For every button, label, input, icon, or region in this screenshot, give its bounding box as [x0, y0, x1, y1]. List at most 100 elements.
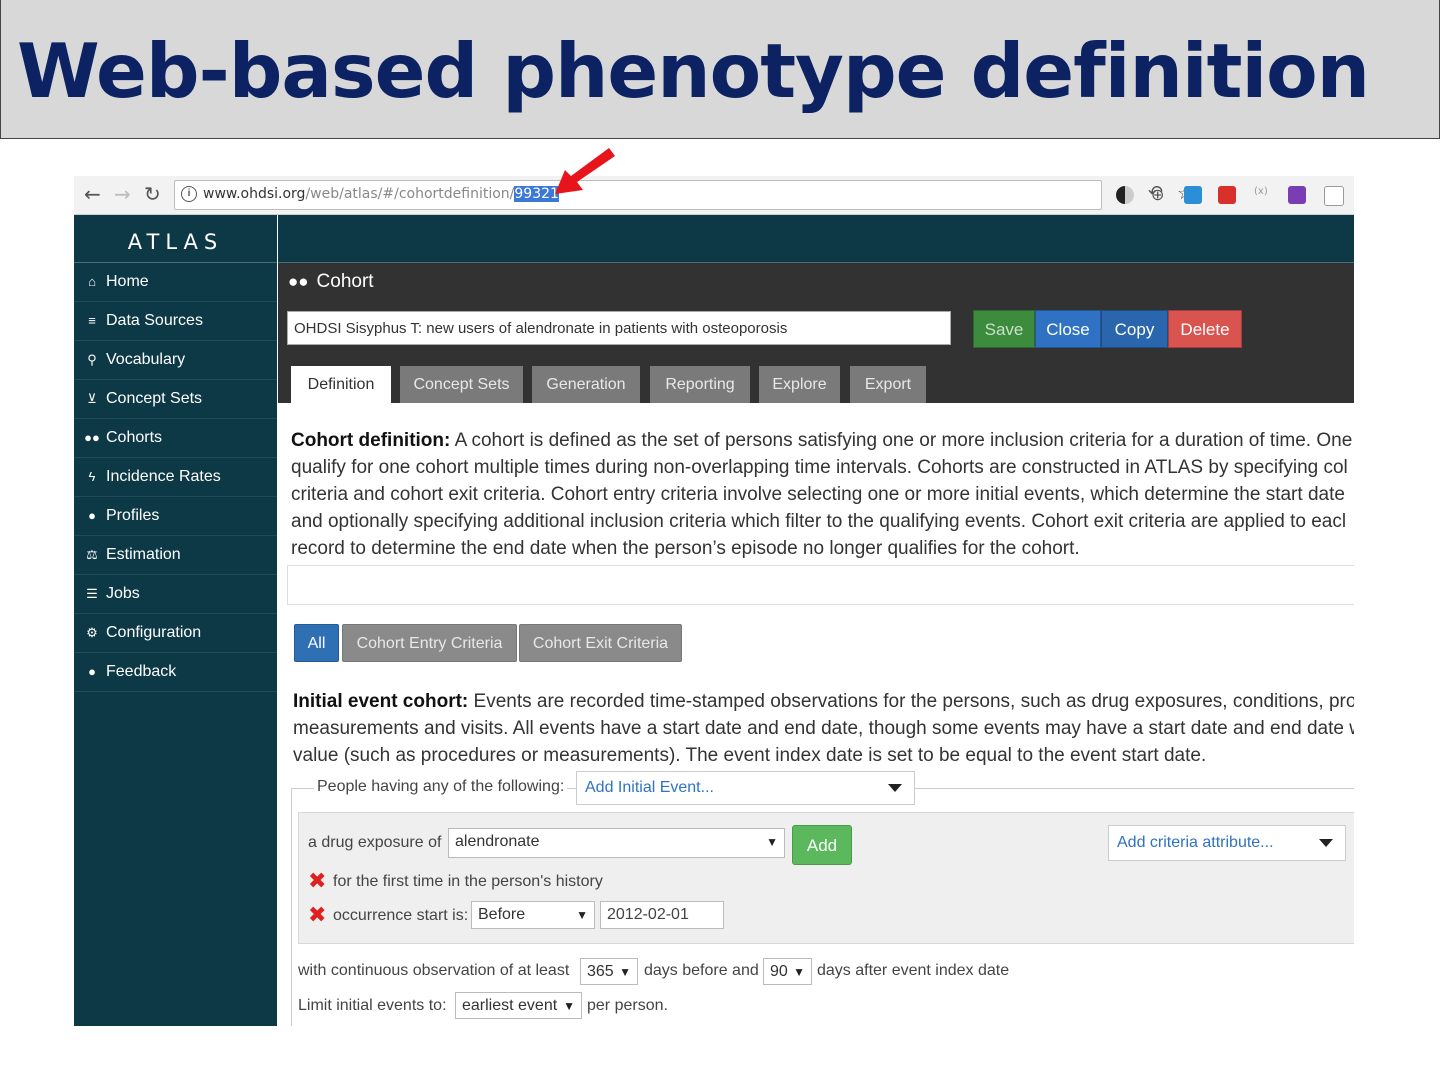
- sidebar-item-profiles[interactable]: ● Profiles: [74, 497, 277, 536]
- onenote-extension-icon[interactable]: [1288, 186, 1306, 204]
- days-before-select[interactable]: 365 ▼: [580, 958, 638, 985]
- limit-events-select[interactable]: earliest event ▼: [455, 992, 582, 1019]
- description-textarea[interactable]: [287, 565, 1354, 605]
- url-text[interactable]: www.ohdsi.org/web/atlas/#/cohortdefiniti…: [203, 186, 559, 202]
- save-button[interactable]: Save: [973, 310, 1035, 348]
- comment-icon: ●: [88, 664, 96, 679]
- sidebar-item-configuration[interactable]: ⚙ Configuration: [74, 614, 277, 653]
- contrast-extension-icon[interactable]: [1116, 186, 1134, 204]
- remove-occurrence-icon[interactable]: ✖: [308, 903, 326, 928]
- sidebar-item-feedback[interactable]: ● Feedback: [74, 653, 277, 692]
- sidebar-item-label: Configuration: [106, 624, 202, 641]
- limit-events-label: Limit initial events to:: [298, 997, 447, 1014]
- observation-suffix-label: days after event index date: [817, 962, 1010, 979]
- sidebar-item-label: Home: [106, 273, 149, 290]
- delete-button[interactable]: Delete: [1168, 310, 1242, 348]
- tasks-icon: ☰: [86, 586, 98, 601]
- info-icon[interactable]: i: [181, 186, 197, 202]
- chevron-down-icon: ▼: [563, 999, 575, 1013]
- url-host: www.ohdsi.org: [203, 186, 306, 202]
- add-criteria-attribute-dropdown[interactable]: Add criteria attribute...: [1108, 825, 1346, 861]
- first-time-label: for the first time in the person's histo…: [333, 873, 603, 890]
- page-extension-icon[interactable]: [1324, 186, 1344, 206]
- copy-button[interactable]: Copy: [1101, 310, 1168, 348]
- days-after-value: 90: [770, 963, 788, 980]
- sidebar-item-cohorts[interactable]: ●● Cohorts: [74, 419, 277, 458]
- drug-exposure-label: a drug exposure of: [308, 834, 442, 851]
- limit-events-suffix: per person.: [587, 997, 668, 1014]
- reload-icon[interactable]: ↻: [144, 182, 161, 206]
- database-icon: ≡: [88, 313, 96, 328]
- occurrence-operator-value: Before: [478, 906, 526, 923]
- tab-concept-sets[interactable]: Concept Sets: [400, 366, 523, 403]
- definition-line: and optionally specifying additional inc…: [291, 511, 1347, 532]
- initial-event-line: value (such as procedures or measurement…: [293, 745, 1207, 766]
- add-criteria-button[interactable]: Add: [792, 825, 852, 865]
- balance-scale-icon: ⚖: [86, 547, 98, 562]
- days-after-select[interactable]: 90 ▼: [763, 958, 812, 985]
- browser-toolbar: ← → ↻ i www.ohdsi.org/web/atlas/#/cohort…: [74, 176, 1354, 215]
- occurrence-operator-select[interactable]: Before ▼: [471, 901, 595, 929]
- sidebar-item-vocabulary[interactable]: ⚲ Vocabulary: [74, 341, 277, 380]
- filter-exit-criteria-button[interactable]: Cohort Exit Criteria: [519, 624, 682, 662]
- user-icon: ●: [88, 508, 96, 523]
- sidebar-item-concept-sets[interactable]: ⊻ Concept Sets: [74, 380, 277, 419]
- cogs-icon: ⚙: [86, 625, 98, 640]
- sidebar: ATLAS ⌂ Home ≡ Data Sources ⚲ Vocabulary ⊻ C…: [74, 215, 277, 1026]
- tab-generation[interactable]: Generation: [532, 366, 640, 403]
- close-button[interactable]: Close: [1035, 310, 1101, 348]
- sidebar-item-label: Estimation: [106, 546, 181, 563]
- drug-concept-value: alendronate: [455, 833, 540, 850]
- more-extension-icon[interactable]: [1218, 186, 1236, 204]
- back-icon[interactable]: ←: [84, 182, 101, 206]
- sidebar-item-home[interactable]: ⌂ Home: [74, 263, 277, 302]
- sidebar-item-estimation[interactable]: ⚖ Estimation: [74, 536, 277, 575]
- initial-event-text: Initial event cohort: Events are recorde…: [293, 688, 1354, 769]
- cart-icon: ⊻: [87, 391, 97, 406]
- tab-export[interactable]: Export: [850, 366, 926, 403]
- chevron-down-icon: ▼: [766, 835, 778, 849]
- cohort-panel: ●● Cohort OHDSI Sisyphus T: new users of …: [278, 263, 1354, 403]
- definition-content: Cohort definition: A cohort is defined a…: [278, 403, 1354, 1026]
- chevron-down-icon: [888, 784, 902, 792]
- filter-entry-criteria-button[interactable]: Cohort Entry Criteria: [342, 624, 517, 662]
- definition-line: record to determine the end date when th…: [291, 538, 1080, 559]
- sidebar-item-data-sources[interactable]: ≡ Data Sources: [74, 302, 277, 341]
- sidebar-item-label: Jobs: [106, 585, 140, 602]
- definition-line: qualify for one cohort multiple times du…: [291, 457, 1348, 478]
- red-arrow-annotation: [555, 148, 615, 194]
- cohort-definition-text: Cohort definition: A cohort is defined a…: [291, 427, 1352, 562]
- sidebar-item-label: Cohorts: [106, 429, 163, 446]
- address-bar[interactable]: i www.ohdsi.org/web/atlas/#/cohortdefini…: [174, 180, 1193, 210]
- users-icon: ●●: [84, 430, 100, 445]
- window-extension-icon[interactable]: [1184, 186, 1202, 204]
- sidebar-item-jobs[interactable]: ☰ Jobs: [74, 575, 277, 614]
- filter-all-button[interactable]: All: [294, 624, 339, 662]
- users-icon: ●●: [288, 272, 309, 291]
- tab-explore[interactable]: Explore: [759, 366, 840, 403]
- tab-reporting[interactable]: Reporting: [650, 366, 750, 403]
- chevron-down-icon: [1319, 839, 1333, 847]
- observation-prefix-label: with continuous observation of at least: [298, 962, 570, 979]
- add-initial-event-label: Add Initial Event...: [585, 779, 714, 796]
- reply-extension-icon[interactable]: ↶: [1148, 182, 1163, 203]
- observation-middle-label: days before and: [644, 962, 759, 979]
- tab-definition[interactable]: Definition: [291, 366, 391, 403]
- url-path: /web/atlas/#/cohortdefinition/: [305, 186, 515, 202]
- cohort-name-input[interactable]: OHDSI Sisyphus T: new users of alendrona…: [287, 311, 951, 345]
- chevron-down-icon: ▼: [619, 965, 631, 979]
- top-header-bar: [278, 215, 1354, 263]
- variable-extension-icon[interactable]: (x): [1254, 186, 1268, 197]
- occurrence-label: occurrence start is:: [333, 907, 469, 924]
- sidebar-item-label: Concept Sets: [106, 390, 203, 407]
- add-criteria-attribute-label: Add criteria attribute...: [1117, 834, 1274, 851]
- forward-icon[interactable]: →: [114, 182, 131, 206]
- drug-concept-select[interactable]: alendronate ▼: [448, 828, 785, 858]
- people-having-label: People having any of the following:: [314, 778, 568, 796]
- chevron-down-icon: ▼: [576, 908, 588, 922]
- sidebar-item-incidence-rates[interactable]: ϟ Incidence Rates: [74, 458, 277, 497]
- remove-first-time-icon[interactable]: ✖: [308, 869, 326, 894]
- add-initial-event-dropdown[interactable]: Add Initial Event...: [576, 771, 915, 805]
- occurrence-date-input[interactable]: 2012-02-01: [600, 901, 724, 929]
- atlas-brand[interactable]: ATLAS: [74, 215, 277, 263]
